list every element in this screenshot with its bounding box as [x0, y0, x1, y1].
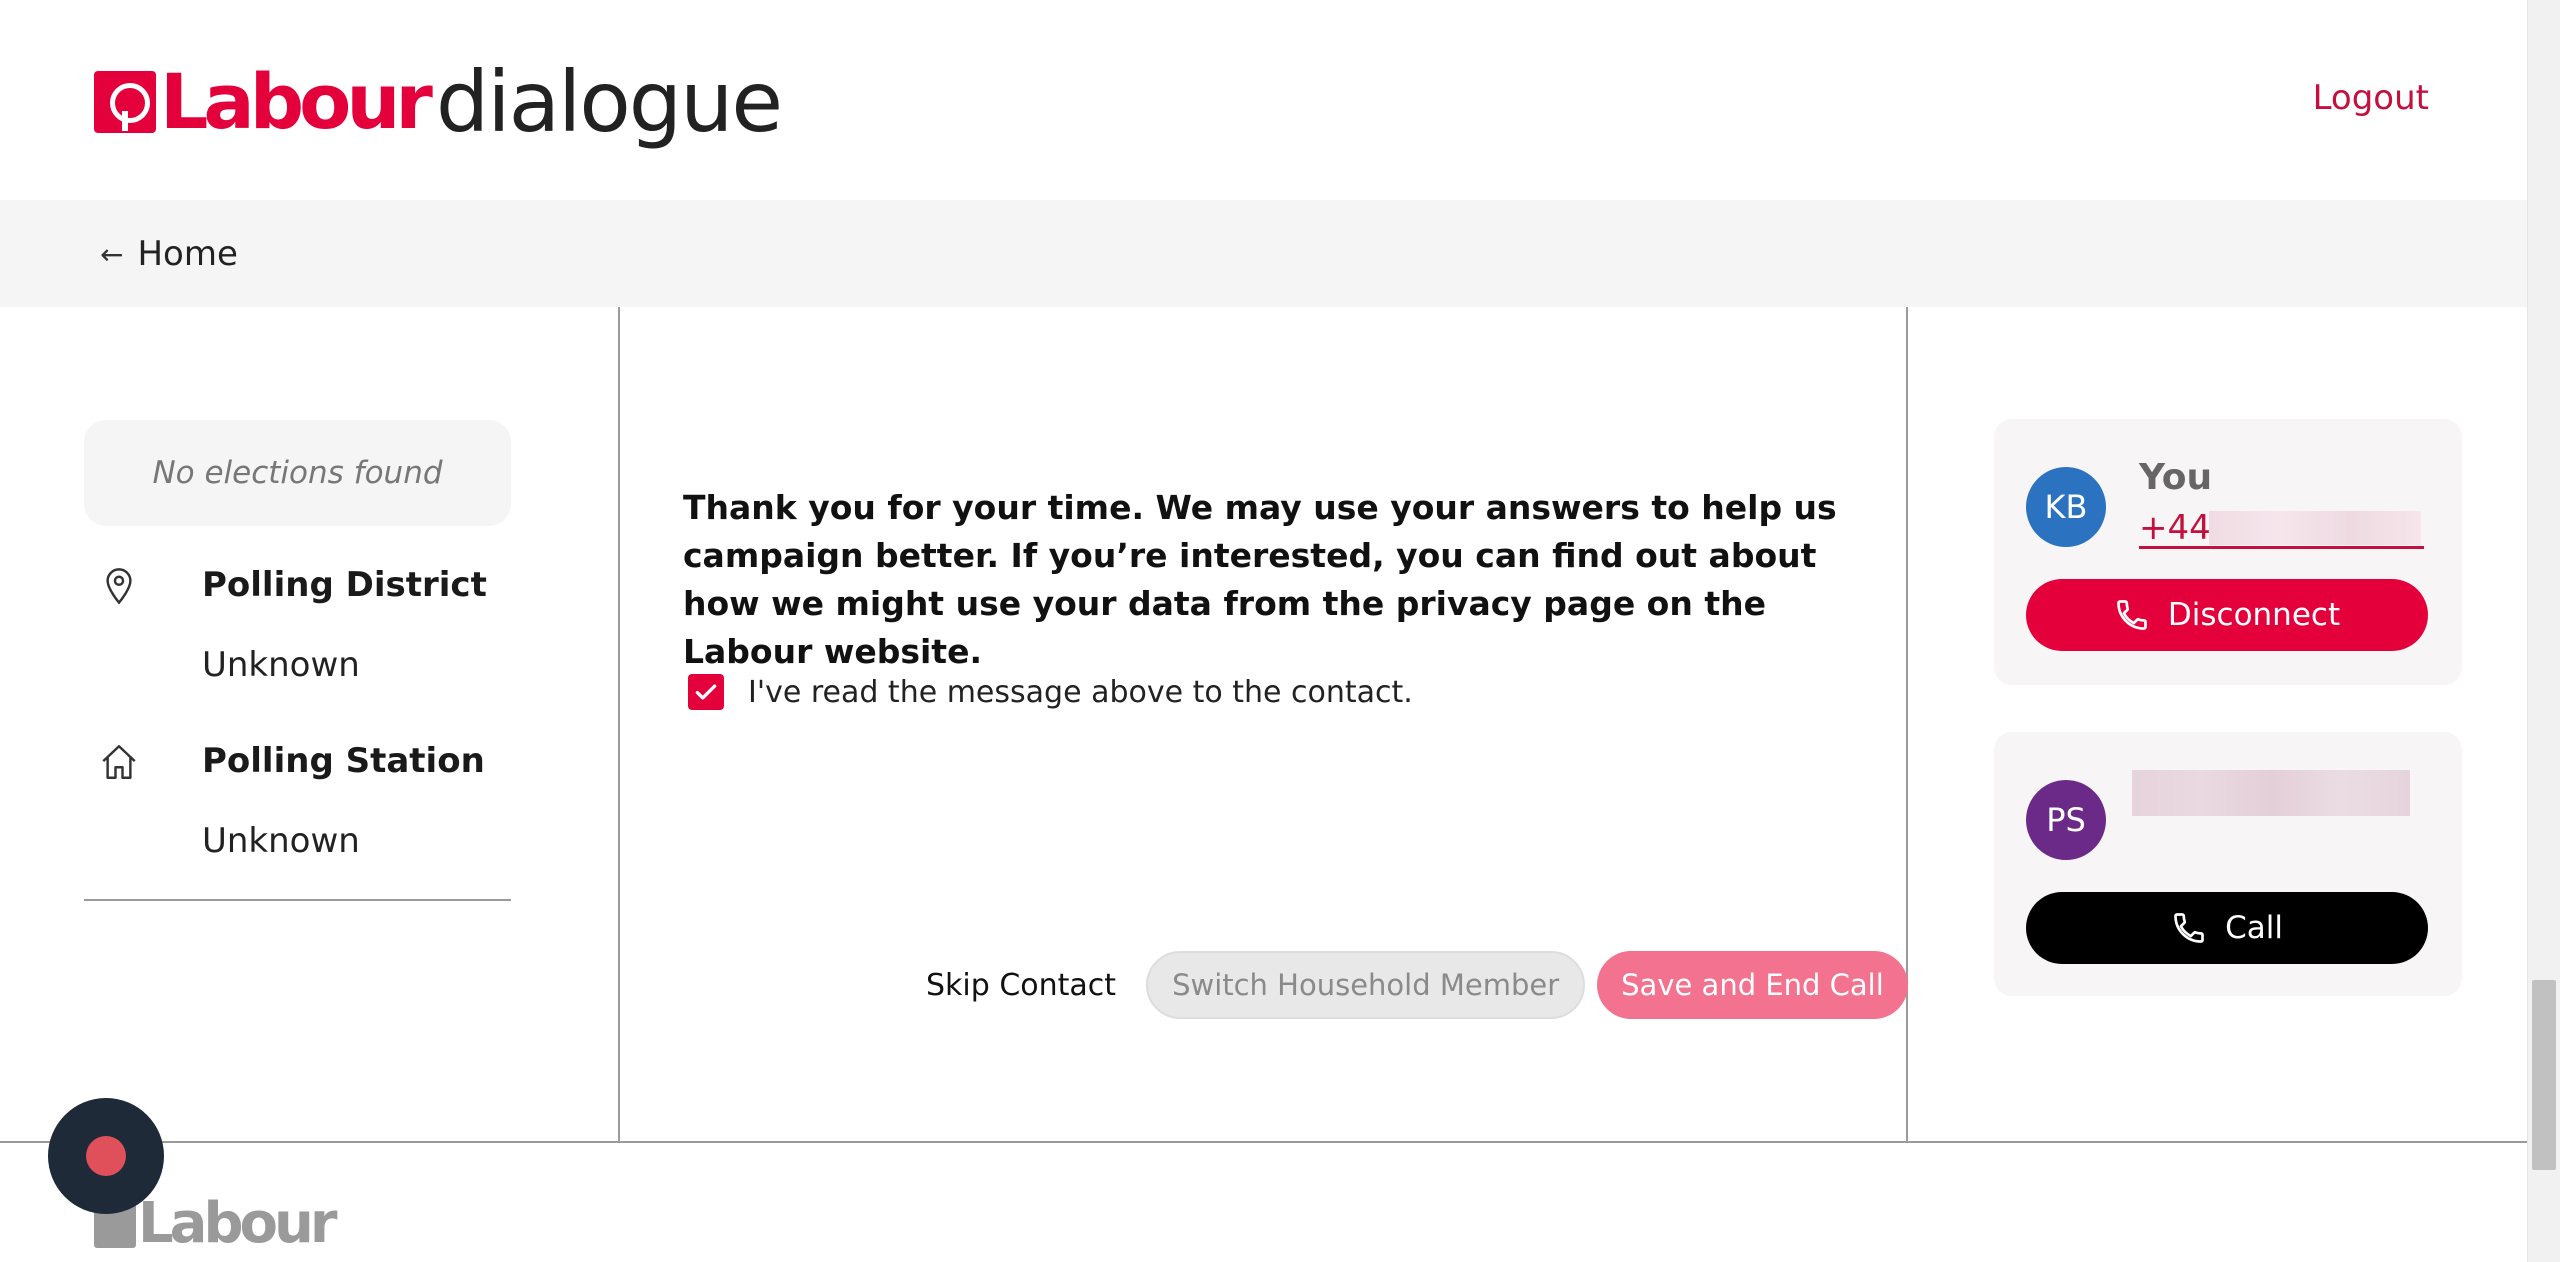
footer-logo-text: Labour	[138, 1191, 338, 1256]
save-and-end-call-button[interactable]: Save and End Call	[1597, 951, 1908, 1019]
caller-avatar: KB	[2026, 467, 2106, 547]
polling-district-value: Unknown	[202, 645, 360, 685]
redacted-contact-name	[2132, 770, 2410, 816]
column-divider-left	[618, 307, 620, 1142]
privacy-message: Thank you for your time. We may use your…	[683, 488, 1837, 671]
polling-station-title: Polling Station	[202, 741, 485, 781]
skip-contact-button[interactable]: Skip Contact	[926, 968, 1116, 1003]
caller-panel: KB You +44 Disconnect	[1994, 419, 2462, 685]
disconnect-button[interactable]: Disconnect	[2026, 579, 2428, 651]
record-button[interactable]	[48, 1098, 164, 1214]
rose-logo-icon	[94, 71, 156, 133]
sidebar-divider	[84, 899, 511, 901]
polling-district-title: Polling District	[202, 565, 487, 605]
read-confirmation-label: I've read the message above to the conta…	[748, 674, 1413, 710]
content-bottom-divider	[0, 1141, 2527, 1143]
contact-panel: PS Call	[1994, 732, 2462, 996]
checkmark-icon	[695, 684, 717, 700]
switch-household-member-button[interactable]: Switch Household Member	[1146, 951, 1586, 1019]
breadcrumb-home-label: Home	[137, 234, 238, 274]
polling-station-value: Unknown	[202, 821, 360, 861]
scrollbar-thumb[interactable]	[2532, 980, 2556, 1170]
location-pin-icon	[106, 568, 132, 605]
call-actions: Skip Contact Switch Household Member Sav…	[926, 951, 1908, 1019]
disconnect-button-label: Disconnect	[2167, 597, 2341, 633]
labour-dialogue-logo[interactable]: Labour dialogue	[94, 52, 783, 152]
home-icon	[102, 745, 136, 779]
call-button-label: Call	[2225, 910, 2283, 946]
caller-phone-prefix: +44	[2139, 508, 2211, 548]
logo-dialogue-text: dialogue	[435, 53, 783, 151]
arrow-left-icon: ←	[100, 237, 124, 271]
app-header: Labour dialogue Logout	[0, 0, 2527, 200]
caller-phone-number[interactable]: +44	[2139, 507, 2424, 549]
no-elections-notice: No elections found	[84, 420, 511, 526]
phone-icon	[2174, 913, 2204, 943]
breadcrumb-home-link[interactable]: ← Home	[100, 234, 238, 274]
breadcrumb-bar: ← Home	[0, 200, 2527, 307]
record-dot-icon	[86, 1136, 126, 1176]
phone-icon	[2117, 600, 2147, 630]
logo-labour-text: Labour	[160, 57, 433, 146]
contact-avatar: PS	[2026, 780, 2106, 860]
read-confirmation-checkbox[interactable]	[688, 674, 724, 710]
read-confirmation-row: I've read the message above to the conta…	[688, 674, 1413, 710]
call-button[interactable]: Call	[2026, 892, 2428, 964]
logout-link[interactable]: Logout	[2313, 78, 2429, 118]
redacted-phone-digits	[2209, 511, 2421, 545]
caller-name: You	[2139, 457, 2213, 498]
page-scrollbar[interactable]	[2527, 0, 2560, 1262]
